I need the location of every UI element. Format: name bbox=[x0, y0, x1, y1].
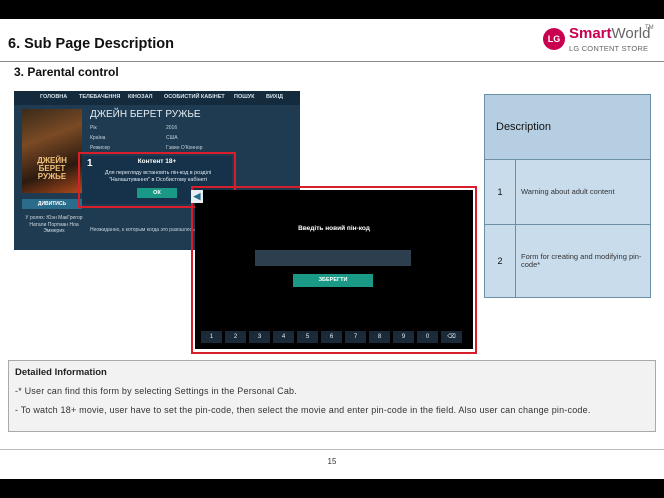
smartworld-logo: LG SmartWorld TM LG CONTENT STORE bbox=[543, 25, 655, 55]
logo-tm: TM bbox=[645, 25, 654, 31]
info-label-director: Режисер bbox=[90, 145, 111, 151]
page-title: 6. Sub Page Description bbox=[8, 36, 174, 52]
nav-item-search[interactable]: ПОШУК bbox=[234, 94, 255, 100]
logo-subtitle: LG CONTENT STORE bbox=[569, 44, 649, 53]
logo-brand: Smart bbox=[569, 25, 612, 42]
save-button[interactable]: ЗБЕРЕГТИ bbox=[293, 274, 373, 287]
info-value-country: США bbox=[166, 135, 178, 141]
pin-title: Введіть новий пін-код bbox=[298, 225, 370, 232]
key-0[interactable]: 0 bbox=[417, 331, 438, 343]
info-label-year: Рік bbox=[90, 125, 97, 131]
description-table: Description 1 Warning about adult conten… bbox=[484, 94, 651, 298]
key-1[interactable]: 1 bbox=[201, 331, 222, 343]
top-nav: ГОЛОВНА ТЕЛЕБАЧЕННЯ КІНОЗАЛ ОСОБИСТИЙ КА… bbox=[14, 91, 300, 105]
dialog-message: Для перегляду встановіть пін-код в розді… bbox=[104, 170, 212, 183]
nav-item-cinema[interactable]: КІНОЗАЛ bbox=[128, 94, 152, 100]
key-6[interactable]: 6 bbox=[321, 331, 342, 343]
nav-item-home[interactable]: ГОЛОВНА bbox=[40, 94, 67, 100]
row-number: 1 bbox=[484, 159, 516, 225]
lg-logo-icon: LG bbox=[543, 28, 565, 50]
detail-title: Detailed Information bbox=[15, 367, 107, 378]
movie-poster: ДЖЕЙН БЕРЕТ РУЖЬЕ bbox=[22, 109, 82, 193]
key-7[interactable]: 7 bbox=[345, 331, 366, 343]
pin-code-screenshot: Введіть новий пін-код ЗБЕРЕГТИ 1 2 3 4 5… bbox=[195, 190, 473, 349]
nav-item-tv[interactable]: ТЕЛЕБАЧЕННЯ bbox=[79, 94, 120, 100]
info-label-country: Країна bbox=[90, 135, 106, 141]
key-5[interactable]: 5 bbox=[297, 331, 318, 343]
key-9[interactable]: 9 bbox=[393, 331, 414, 343]
logo-wordmark: SmartWorld bbox=[569, 25, 650, 42]
row-text: Form for creating and modifying pin-code… bbox=[515, 224, 651, 298]
row-text: Warning about adult content bbox=[515, 159, 651, 225]
info-value-director: Гэвин О'Коннор bbox=[166, 145, 203, 151]
detailed-information-panel: Detailed Information -* User can find th… bbox=[8, 360, 656, 432]
key-8[interactable]: 8 bbox=[369, 331, 390, 343]
key-2[interactable]: 2 bbox=[225, 331, 246, 343]
movie-title: ДЖЕЙН БЕРЕТ РУЖЬЕ bbox=[90, 109, 201, 120]
key-3[interactable]: 3 bbox=[249, 331, 270, 343]
title-divider bbox=[0, 61, 664, 62]
table-header: Description bbox=[484, 94, 651, 160]
bottom-divider bbox=[0, 449, 664, 450]
cast-list: У ролях: Юэн МакГрегор Натали Портман Но… bbox=[25, 215, 83, 234]
numeric-keypad: 1 2 3 4 5 6 7 8 9 0 ⌫ bbox=[201, 331, 467, 345]
backspace-icon[interactable]: ⌫ bbox=[441, 331, 462, 343]
slide-page: 6. Sub Page Description LG SmartWorld TM… bbox=[0, 19, 664, 479]
detail-line-2: - To watch 18+ movie, user have to set t… bbox=[15, 405, 591, 415]
pin-input[interactable] bbox=[255, 250, 411, 266]
nav-item-account[interactable]: ОСОБИСТИЙ КАБІНЕТ bbox=[164, 94, 225, 100]
key-4[interactable]: 4 bbox=[273, 331, 294, 343]
section-title: 3. Parental control bbox=[14, 65, 119, 79]
info-value-year: 2016 bbox=[166, 125, 178, 131]
page-number: 15 bbox=[327, 457, 337, 466]
watch-button[interactable]: ДИВИТИСЬ bbox=[22, 199, 82, 209]
row-number: 2 bbox=[484, 224, 516, 298]
dialog-ok-button[interactable]: ОК bbox=[137, 188, 177, 198]
back-arrow-icon[interactable]: ◀ bbox=[191, 190, 203, 203]
poster-title: ДЖЕЙН БЕРЕТ РУЖЬЕ bbox=[37, 156, 67, 181]
dialog-title: Контент 18+ bbox=[137, 158, 177, 165]
detail-line-1: -* User can find this form by selecting … bbox=[15, 386, 297, 396]
nav-item-exit[interactable]: ВИХІД bbox=[266, 94, 283, 100]
